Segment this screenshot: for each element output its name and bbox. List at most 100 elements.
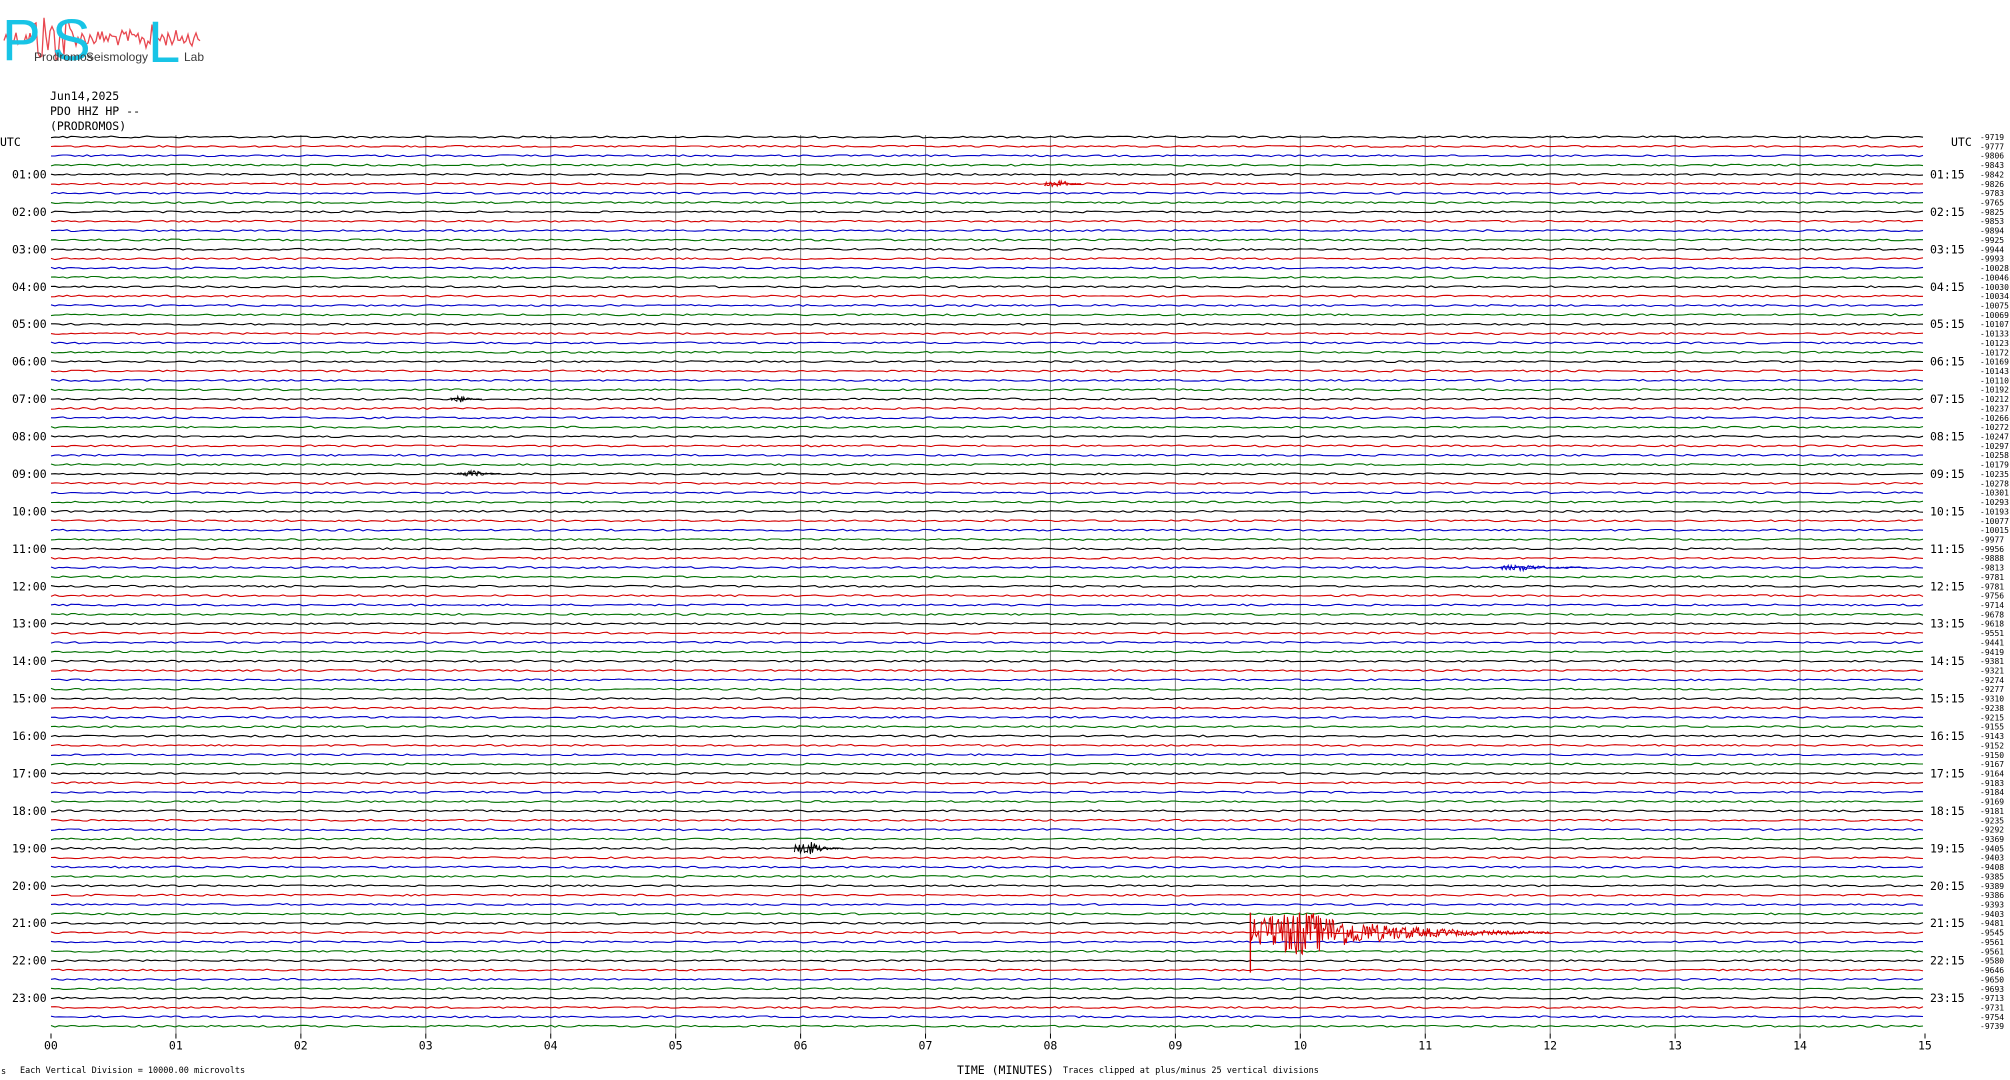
row-mean-label: -9238 [1980, 704, 2004, 713]
seismic-event [1043, 179, 1082, 188]
x-tick-label: 07 [919, 1039, 933, 1053]
x-tick-label: 10 [1293, 1039, 1307, 1053]
row-mean-label: -9369 [1980, 835, 2004, 844]
hour-label-left: 22:00 [12, 954, 47, 968]
trace-row [50, 144, 1924, 148]
trace-row [50, 678, 1924, 682]
hour-label-right: 17:15 [1930, 766, 1965, 780]
row-mean-label: -10172 [1980, 348, 2009, 357]
hour-label-right: 13:15 [1930, 617, 1965, 631]
trace-row [50, 949, 1924, 953]
right-axis-title: UTC [1951, 135, 1972, 149]
trace-row [50, 781, 1924, 785]
trace-row [50, 304, 1924, 307]
hour-label-right: 14:15 [1930, 654, 1965, 668]
trace-row [50, 743, 1924, 747]
trace-row [50, 903, 1924, 906]
psl-logo: P S L Prodromos Seismology Lab [2, 8, 204, 75]
row-mean-label: -9781 [1980, 582, 2004, 591]
trace-row [50, 715, 1924, 719]
trace-row [50, 800, 1924, 804]
trace-row [50, 772, 1924, 775]
trace-row [50, 257, 1924, 261]
row-mean-label: -9441 [1980, 638, 2004, 647]
trace-row [50, 378, 1924, 382]
hour-label-right: 21:15 [1930, 916, 1965, 930]
trace-row [50, 397, 1924, 401]
trace-row [50, 818, 1924, 822]
row-mean-label: -10301 [1980, 489, 2009, 498]
row-mean-label: -10143 [1980, 367, 2009, 376]
trace-row [50, 172, 1924, 176]
trace-row [50, 884, 1924, 888]
row-mean-label: -9888 [1980, 554, 2004, 563]
hour-label-left: 10:00 [12, 504, 47, 518]
row-mean-label: -9650 [1980, 975, 2004, 984]
hour-label-left: 11:00 [12, 542, 47, 556]
row-mean-label: -9169 [1980, 798, 2004, 807]
trace-row [50, 219, 1924, 223]
row-mean-label: -9167 [1980, 760, 2004, 769]
trace-row [50, 1015, 1924, 1019]
row-mean-label: -9184 [1980, 788, 2004, 797]
hour-label-left: 13:00 [12, 617, 47, 631]
hour-label-right: 05:15 [1930, 317, 1965, 331]
trace-row [50, 210, 1924, 214]
hour-label-right: 03:15 [1930, 242, 1965, 256]
row-mean-label: -9545 [1980, 929, 2004, 938]
trace-row [50, 163, 1924, 167]
row-mean-label: -9754 [1980, 1013, 2004, 1022]
x-axis-ticks: 00 01 02 03 04 05 06 07 08 09 10 11 12 13 14 15 [44, 1033, 1932, 1053]
seismic-event [1249, 912, 1550, 956]
row-mean-label: -9853 [1980, 217, 2004, 226]
row-mean-label: -9274 [1980, 676, 2004, 685]
row-mean-label: -9739 [1980, 1022, 2004, 1031]
corner-mark: s [1, 1067, 6, 1077]
row-mean-label: -9235 [1980, 816, 2004, 825]
trace-row [50, 865, 1924, 869]
trace-row [51, 182, 1924, 186]
row-mean-label: -9843 [1980, 161, 2004, 170]
trace-row [51, 154, 1924, 158]
hour-label-right: 20:15 [1930, 879, 1965, 893]
hour-label-right: 19:15 [1930, 841, 1965, 855]
trace-row [50, 547, 1924, 551]
seismic-event [450, 394, 482, 403]
row-mean-label: -9731 [1980, 1003, 2004, 1012]
trace-row [50, 622, 1924, 626]
logo-word-lab: Lab [184, 50, 204, 64]
trace-row [50, 275, 1924, 279]
hour-label-left: 01:00 [12, 167, 47, 181]
row-mean-label: -10297 [1980, 442, 2009, 451]
hour-label-right: 01:15 [1930, 167, 1965, 181]
trace-row [50, 425, 1924, 429]
trace-row [50, 388, 1924, 392]
trace-row [50, 566, 1924, 570]
hour-label-left: 14:00 [12, 654, 47, 668]
hour-label-right: 02:15 [1930, 205, 1965, 219]
trace-row [51, 360, 1924, 364]
trace-row [50, 650, 1924, 654]
hour-label-right: 07:15 [1930, 392, 1965, 406]
trace-row [51, 322, 1924, 326]
hour-label-left: 18:00 [12, 804, 47, 818]
x-tick-label: 00 [44, 1039, 58, 1053]
trace-row [50, 1006, 1924, 1009]
row-mean-label: -10193 [1980, 507, 2009, 516]
row-mean-label: -10107 [1980, 320, 2009, 329]
x-tick-label: 09 [1168, 1039, 1182, 1053]
row-mean-label: -10169 [1980, 358, 2009, 367]
hour-label-right: 11:15 [1930, 542, 1965, 556]
row-mean-label: -9719 [1980, 133, 2004, 142]
trace-row [50, 762, 1923, 766]
row-mean-label: -9825 [1980, 208, 2004, 217]
hour-label-left: 04:00 [12, 280, 47, 294]
trace-row [50, 734, 1923, 738]
x-tick-label: 08 [1043, 1039, 1057, 1053]
trace-row [50, 350, 1924, 354]
row-mean-label: -9977 [1980, 535, 2004, 544]
hour-label-left: 06:00 [12, 355, 47, 369]
trace-row [50, 612, 1924, 616]
row-mean-label: -9894 [1980, 227, 2004, 236]
hour-label-right: 15:15 [1930, 692, 1965, 706]
